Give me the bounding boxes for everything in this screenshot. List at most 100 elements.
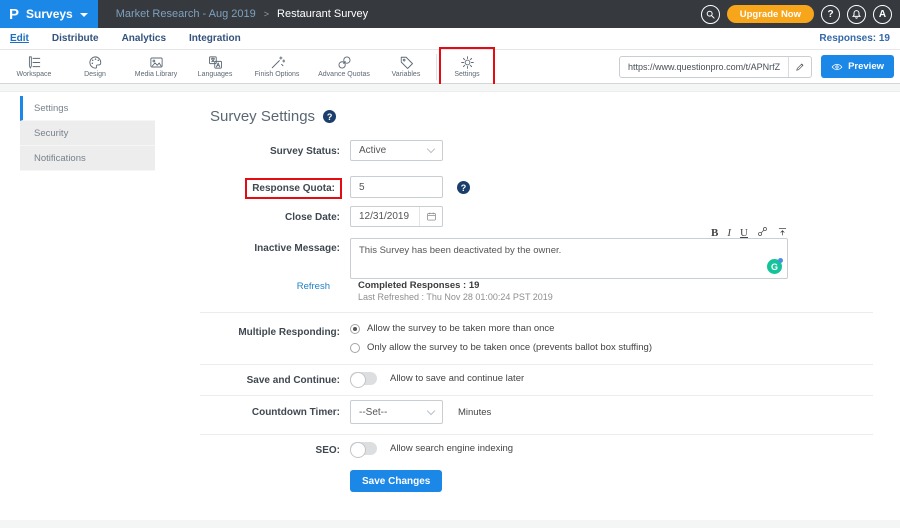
toolbar-item-finish-options[interactable]: Finish Options (244, 50, 310, 83)
toolbar-item-workspace[interactable]: Workspace (4, 50, 64, 83)
toolbar-item-settings[interactable]: Settings (447, 50, 487, 83)
calendar-icon[interactable] (419, 207, 442, 226)
survey-status-value: Active (359, 145, 386, 156)
close-date-value: 12/31/2019 (359, 211, 409, 222)
sidebar-item-settings[interactable]: Settings (20, 96, 155, 121)
save-changes-button[interactable]: Save Changes (350, 470, 442, 492)
product-menu[interactable]: P Surveys (0, 0, 98, 28)
survey-url-box: https://www.questionpro.com/t/APNrfZ (619, 56, 812, 78)
breadcrumb-current: Restaurant Survey (277, 8, 368, 20)
wand-icon (270, 55, 285, 70)
inactive-message-textarea[interactable]: This Survey has been deactivated by the … (350, 238, 788, 279)
edit-url-button[interactable] (788, 57, 811, 77)
completed-responses: Completed Responses : 19 (358, 280, 479, 291)
response-quota-input[interactable] (350, 176, 443, 198)
link-icon (757, 226, 768, 237)
chevron-down-icon (427, 145, 435, 153)
toolbar-item-advance-quotas[interactable]: Advance Quotas (310, 50, 378, 83)
radio-selected-icon[interactable] (350, 324, 360, 334)
search-button[interactable] (701, 5, 720, 24)
settings-sidebar: Settings Security Notifications (20, 96, 155, 171)
topbar-actions: Upgrade Now ? A (701, 5, 892, 24)
breadcrumb-separator: > (264, 9, 269, 19)
search-icon (705, 9, 716, 20)
underline-button[interactable]: U (740, 228, 748, 239)
section-divider (200, 364, 873, 365)
section-divider (200, 312, 873, 313)
response-quota-annotation-box: Response Quota: (245, 178, 342, 199)
countdown-value: --Set-- (359, 407, 387, 418)
section-divider (200, 434, 873, 435)
save-continue-toggle[interactable] (350, 372, 377, 385)
edit-toolbar: Workspace Design Media Library Languages… (0, 50, 900, 84)
multiple-responding-label: Multiple Responding: (155, 327, 340, 338)
radio-option-once-label: Only allow the survey to be taken once (… (367, 342, 652, 353)
product-menu-label: Surveys (26, 7, 73, 21)
sidebar-item-notifications[interactable]: Notifications (20, 146, 155, 171)
inactive-message-label: Inactive Message: (155, 243, 340, 254)
help-button[interactable]: ? (821, 5, 840, 24)
radio-option-multiple[interactable]: Allow the survey to be taken more than o… (350, 323, 554, 334)
grammarly-icon[interactable]: G (767, 259, 782, 274)
bell-icon (851, 9, 862, 20)
caret-down-icon (80, 13, 88, 17)
toolbar-item-variables[interactable]: Variables (378, 50, 434, 83)
tab-analytics[interactable]: Analytics (122, 33, 166, 44)
chevron-down-icon (427, 406, 435, 414)
close-date-label: Close Date: (155, 212, 340, 223)
survey-url[interactable]: https://www.questionpro.com/t/APNrfZ (620, 62, 788, 72)
title-help-icon[interactable]: ? (323, 110, 336, 123)
toolbar-item-design[interactable]: Design (64, 50, 126, 83)
questionpro-logo-icon: P (9, 7, 19, 22)
upgrade-button[interactable]: Upgrade Now (727, 5, 814, 23)
upload-icon (777, 226, 788, 237)
translate-icon (208, 55, 223, 70)
seo-toggle[interactable] (350, 442, 377, 455)
settings-panel: Survey Settings ? Survey Status: Active … (155, 92, 885, 520)
tab-integration[interactable]: Integration (189, 33, 241, 44)
notifications-button[interactable] (847, 5, 866, 24)
toolbar-item-media-library[interactable]: Media Library (126, 50, 186, 83)
tab-distribute[interactable]: Distribute (52, 33, 99, 44)
preview-label: Preview (848, 61, 884, 72)
seo-text: Allow search engine indexing (390, 443, 513, 454)
content-area: Settings Security Notifications Survey S… (0, 84, 900, 528)
radio-option-once[interactable]: Only allow the survey to be taken once (… (350, 342, 652, 353)
survey-status-select[interactable]: Active (350, 140, 443, 161)
radio-unselected-icon[interactable] (350, 343, 360, 353)
section-divider (200, 395, 873, 396)
seo-label: SEO: (155, 445, 340, 456)
bottom-strip (0, 520, 900, 528)
italic-button[interactable]: I (727, 228, 731, 239)
tab-edit[interactable]: Edit (10, 33, 29, 44)
toolbar-item-languages[interactable]: Languages (186, 50, 244, 83)
image-icon (149, 55, 164, 70)
top-navbar: P Surveys Market Research - Aug 2019 > R… (0, 0, 900, 28)
countdown-suffix: Minutes (458, 407, 491, 418)
close-date-input[interactable]: 12/31/2019 (350, 206, 443, 227)
toolbar-divider (436, 54, 437, 80)
responses-count[interactable]: Responses: 19 (819, 33, 890, 44)
sidebar-item-security[interactable]: Security (20, 121, 155, 146)
response-quota-label: Response Quota: (252, 183, 335, 194)
radio-option-multiple-label: Allow the survey to be taken more than o… (367, 323, 554, 334)
breadcrumb-parent[interactable]: Market Research - Aug 2019 (116, 8, 256, 20)
content-top-strip (0, 84, 900, 92)
last-refreshed: Last Refreshed : Thu Nov 28 01:00:24 PST… (358, 292, 553, 302)
palette-icon (88, 55, 103, 70)
save-continue-label: Save and Continue: (155, 375, 340, 386)
eye-icon (831, 61, 843, 73)
seo-row: Allow search engine indexing (350, 442, 513, 455)
refresh-link[interactable]: Refresh (155, 281, 340, 292)
settings-annotation-box: Settings (439, 47, 495, 86)
breadcrumb: Market Research - Aug 2019 > Restaurant … (116, 8, 368, 20)
gear-icon (460, 55, 475, 70)
response-quota-help-icon[interactable]: ? (457, 181, 470, 194)
toolbar-right: https://www.questionpro.com/t/APNrfZ Pre… (619, 55, 894, 78)
countdown-select[interactable]: --Set-- (350, 400, 443, 424)
avatar[interactable]: A (873, 5, 892, 24)
bold-button[interactable]: B (711, 228, 718, 239)
inactive-message-value: This Survey has been deactivated by the … (359, 245, 561, 256)
survey-status-label: Survey Status: (155, 146, 340, 157)
preview-button[interactable]: Preview (821, 55, 894, 78)
